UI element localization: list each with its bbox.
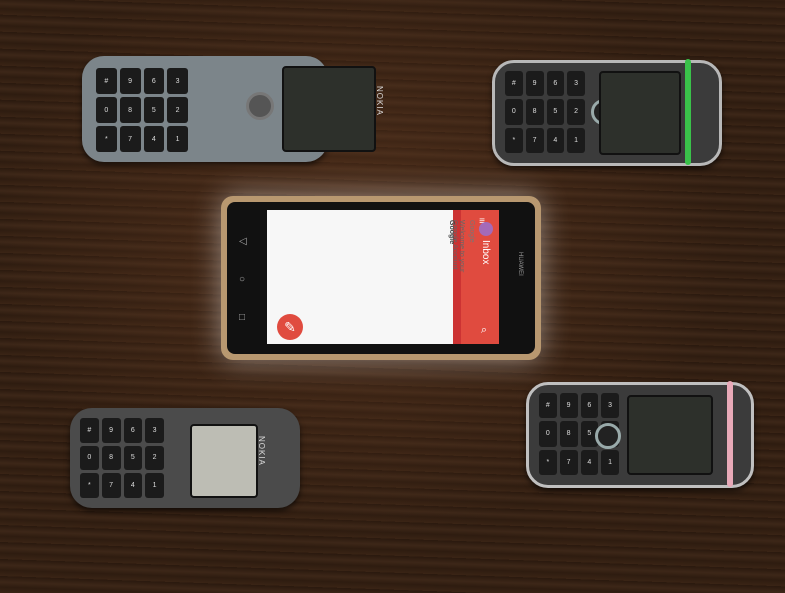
key: 8 bbox=[525, 99, 544, 125]
key: 9 bbox=[525, 71, 544, 97]
key: 6 bbox=[580, 393, 599, 419]
pink-rubber-band bbox=[727, 381, 733, 487]
key: 8 bbox=[119, 97, 141, 123]
key: 5 bbox=[546, 99, 565, 125]
key: 9 bbox=[119, 68, 141, 94]
key: 3 bbox=[167, 68, 188, 94]
key: 0 bbox=[539, 421, 557, 447]
key: 3 bbox=[601, 393, 619, 419]
email-subject: Google bbox=[468, 220, 475, 243]
email-snippet: Welcome to your Google Account bbox=[451, 220, 465, 273]
phone-screen bbox=[599, 71, 681, 155]
key: 1 bbox=[167, 126, 188, 152]
brand-label: HUAWEI bbox=[517, 252, 523, 276]
key: 1 bbox=[145, 473, 164, 498]
key: 0 bbox=[80, 445, 99, 471]
key: * bbox=[539, 449, 557, 475]
green-rubber-band bbox=[685, 59, 691, 165]
key: 5 bbox=[143, 97, 165, 123]
key: # bbox=[505, 71, 523, 97]
key: 5 bbox=[123, 445, 143, 471]
key: 2 bbox=[167, 97, 188, 123]
key: 7 bbox=[101, 473, 121, 498]
key: 4 bbox=[143, 126, 165, 152]
key: 4 bbox=[580, 449, 599, 475]
key: * bbox=[80, 473, 99, 498]
key: 9 bbox=[101, 418, 121, 443]
home-icon: ○ bbox=[239, 274, 246, 285]
compose-icon[interactable]: ✎ bbox=[277, 314, 303, 340]
navigation-key bbox=[595, 423, 621, 449]
phone-bezel: ◁ ○ □ ≡ Inbox ⌕ Google Welcome to your G… bbox=[227, 202, 535, 354]
key: 7 bbox=[119, 126, 141, 152]
key: 2 bbox=[567, 99, 585, 125]
key: 3 bbox=[567, 71, 585, 97]
key: 7 bbox=[525, 127, 544, 153]
back-icon: ◁ bbox=[239, 236, 247, 247]
key: 0 bbox=[505, 99, 523, 125]
phone-screen bbox=[190, 424, 258, 498]
search-icon[interactable]: ⌕ bbox=[481, 324, 487, 337]
feature-phone-top-left: #9 6 3 0852 * 7 4 1 NOKIA bbox=[82, 56, 384, 162]
key: 8 bbox=[101, 445, 121, 471]
key: 6 bbox=[143, 68, 165, 94]
key: 6 bbox=[546, 71, 565, 97]
photo-scene: #9 6 3 0852 * 7 4 1 NOKIA #9 6 3 0852 * 7 4 1 ◁ ○ … bbox=[0, 0, 785, 593]
key: 6 bbox=[123, 418, 143, 443]
feature-phone-bottom-right: #963 0852 *741 bbox=[526, 381, 754, 488]
key: 1 bbox=[567, 127, 585, 153]
key: 4 bbox=[546, 127, 565, 153]
email-row[interactable]: Google Welcome to your Google Account Go… bbox=[407, 218, 493, 278]
smartphone: ◁ ○ □ ≡ Inbox ⌕ Google Welcome to your G… bbox=[221, 196, 541, 360]
key: # bbox=[96, 68, 117, 94]
keypad: #963 0852 *741 bbox=[505, 71, 585, 153]
key: 1 bbox=[601, 449, 619, 475]
keypad: #963 0852 *741 bbox=[80, 418, 164, 498]
key: 9 bbox=[559, 393, 578, 419]
avatar bbox=[479, 222, 493, 236]
feature-phone-bottom-left: #9 6 3 0852 * 7 4 1 NOKIA bbox=[70, 408, 300, 508]
keypad: #963 0852 *741 bbox=[96, 68, 188, 152]
key: * bbox=[505, 127, 523, 153]
recents-icon: □ bbox=[239, 312, 246, 323]
phone-screen bbox=[282, 66, 376, 152]
key: # bbox=[539, 393, 557, 419]
navigation-key bbox=[246, 92, 274, 120]
key: # bbox=[80, 418, 99, 443]
feature-phone-top-right: #9 6 3 0852 * 7 4 1 bbox=[492, 59, 722, 166]
key: 0 bbox=[96, 97, 117, 123]
key: 7 bbox=[559, 449, 578, 475]
key: 2 bbox=[145, 445, 164, 471]
phone-screen bbox=[627, 395, 713, 475]
brand-label: NOKIA bbox=[257, 436, 266, 466]
key: 3 bbox=[145, 418, 164, 443]
app-title: Inbox bbox=[480, 240, 491, 265]
brand-label: NOKIA bbox=[375, 86, 384, 116]
key: 8 bbox=[559, 421, 578, 447]
key: 4 bbox=[123, 473, 143, 498]
key: * bbox=[96, 126, 117, 152]
smartphone-display: ≡ Inbox ⌕ Google Welcome to your Google … bbox=[267, 210, 499, 344]
